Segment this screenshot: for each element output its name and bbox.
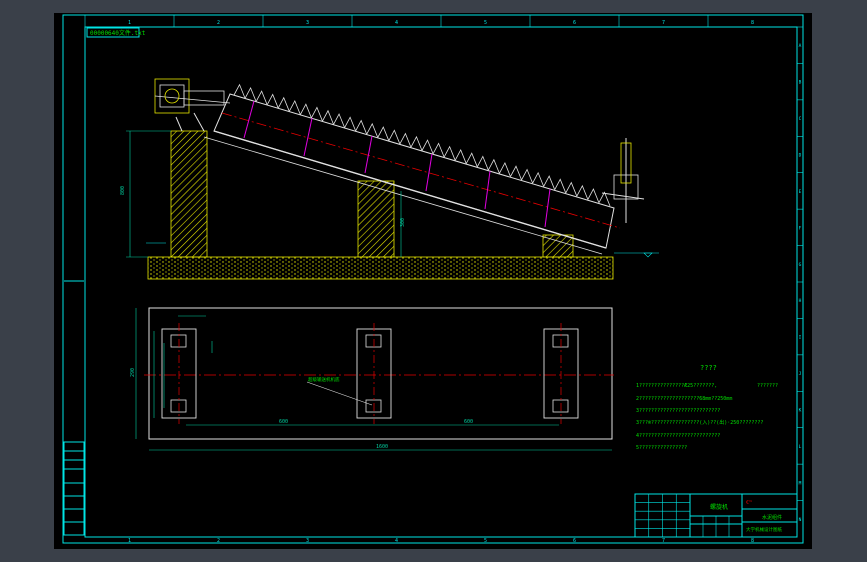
zone-letter-right: A bbox=[799, 43, 802, 49]
anchor-pads bbox=[161, 323, 579, 424]
title-block-material: 水泥组件 bbox=[762, 514, 782, 521]
drawing-sheet: 1 1 2 2 3 3 4 4 5 5 6 6 7 7 8 8 A B C D E F G H I J K L M N 00000640文… bbox=[54, 13, 812, 549]
callout-leader bbox=[306, 381, 373, 406]
note-1: 1???????????????Æ25???????, bbox=[636, 383, 717, 389]
anchor-bolt-hole bbox=[552, 399, 569, 413]
auger-trough bbox=[213, 93, 615, 249]
span-dimension-a: 600 bbox=[279, 419, 288, 425]
rib bbox=[425, 153, 433, 192]
auger-flights bbox=[233, 83, 611, 207]
zone-number-top: 7 bbox=[662, 20, 665, 26]
anchor-bolt-hole bbox=[170, 334, 187, 348]
cad-viewport: 1 1 2 2 3 3 4 4 5 5 6 6 7 7 8 8 A B C D E F G H I J K L M N 00000640文… bbox=[0, 0, 867, 562]
zone-number-bottom: 6 bbox=[573, 538, 576, 544]
zone-letter-right: D bbox=[799, 153, 802, 159]
zone-letter-right: M bbox=[799, 480, 802, 486]
title-block-name: 螺旋机 bbox=[710, 503, 728, 511]
title-block: 螺旋机 水泥组件 大学机械设计图纸 €™ bbox=[634, 493, 798, 538]
note-2: 2????????????????????68mm??250mm bbox=[636, 396, 732, 402]
level-symbol-icon bbox=[643, 252, 653, 258]
base-length-dimension: 1600 bbox=[376, 444, 388, 450]
outlet-end bbox=[601, 138, 645, 223]
zone-markers: 1 1 2 2 3 3 4 4 5 5 6 6 7 7 8 8 A B C D E F G H I J K L M N bbox=[84, 15, 803, 544]
zone-letter-right: E bbox=[799, 189, 802, 195]
left-pier bbox=[170, 130, 208, 258]
zone-number-bottom: 2 bbox=[217, 538, 220, 544]
span-dimension-b: 600 bbox=[464, 419, 473, 425]
foundation-plan-outline bbox=[148, 307, 613, 440]
zone-number-top: 4 bbox=[395, 20, 398, 26]
zone-number-top: 5 bbox=[484, 20, 487, 26]
zone-letter-right: N bbox=[799, 517, 802, 523]
cad-drawing: 1 1 2 2 3 3 4 4 5 5 6 6 7 7 8 8 A B C D E F G H I J K L M N 00000640文… bbox=[62, 14, 804, 544]
anchor-pad bbox=[543, 323, 579, 424]
ground-slab bbox=[147, 256, 614, 280]
trough-bottom bbox=[213, 130, 607, 249]
zone-number-bottom: 3 bbox=[306, 538, 309, 544]
anchor-bolt-hole bbox=[365, 334, 382, 348]
zone-number-bottom: 8 bbox=[751, 538, 754, 544]
drawing-code-text: 00000640文件.txt bbox=[90, 29, 146, 37]
zone-letter-right: L bbox=[799, 444, 802, 450]
title-block-mark: €™ bbox=[746, 500, 752, 506]
height-dimension: 800 bbox=[120, 186, 126, 195]
revision-strip bbox=[63, 280, 85, 536]
zone-letter-right: H bbox=[799, 298, 802, 304]
note-5: 4??????????????????????????? bbox=[636, 433, 720, 439]
zone-number-bottom: 5 bbox=[484, 538, 487, 544]
zone-number-top: 6 bbox=[573, 20, 576, 26]
zone-number-top: 1 bbox=[128, 20, 131, 26]
zone-letter-right: C bbox=[799, 116, 802, 122]
technical-notes: ???? 1???????????????Æ25???????, ???????… bbox=[636, 364, 778, 451]
inner-frame bbox=[84, 26, 798, 538]
anchor-bolt-hole bbox=[170, 399, 187, 413]
mid-dimension: 300 bbox=[400, 218, 406, 227]
flight-tooth bbox=[233, 83, 246, 99]
zone-number-bottom: 4 bbox=[395, 538, 398, 544]
width-dimension: 290 bbox=[130, 368, 136, 377]
zone-number-top: 8 bbox=[751, 20, 754, 26]
middle-pier bbox=[357, 180, 395, 258]
plan-view: 超级输送机机底 1600 600 600 290 bbox=[130, 307, 614, 451]
zone-letter-right: I bbox=[799, 335, 802, 341]
zone-number-top: 3 bbox=[306, 20, 309, 26]
anchor-pad bbox=[356, 323, 392, 424]
zone-letter-right: K bbox=[799, 408, 802, 414]
anchor-bolt-hole bbox=[552, 334, 569, 348]
title-block-school: 大学机械设计图纸 bbox=[746, 526, 782, 533]
zone-letter-right: G bbox=[799, 262, 802, 268]
anchor-pad bbox=[161, 323, 197, 424]
note-right: ??????? bbox=[757, 383, 778, 389]
zone-number-top: 2 bbox=[217, 20, 220, 26]
note-4: 3???®????????????????(入)??(出)·250???????… bbox=[636, 419, 763, 426]
auger-centerline bbox=[221, 112, 621, 229]
zone-letter-right: J bbox=[799, 371, 802, 377]
zone-letter-right: F bbox=[799, 225, 802, 231]
section-callout: 超级输送机机底 bbox=[308, 376, 340, 383]
anchor-bolt-hole bbox=[365, 399, 382, 413]
support-rail bbox=[203, 136, 603, 255]
note-6: 5???????????????? bbox=[636, 445, 687, 451]
zone-number-bottom: 1 bbox=[128, 538, 131, 544]
rib bbox=[544, 188, 551, 228]
drive-motor bbox=[154, 78, 231, 132]
zone-letter-right: B bbox=[799, 80, 802, 86]
elevation-view: 800 300 bbox=[120, 78, 659, 280]
notes-heading: ???? bbox=[700, 364, 717, 372]
note-3: 3??????????????????????????? bbox=[636, 408, 720, 414]
zone-number-bottom: 7 bbox=[662, 538, 665, 544]
